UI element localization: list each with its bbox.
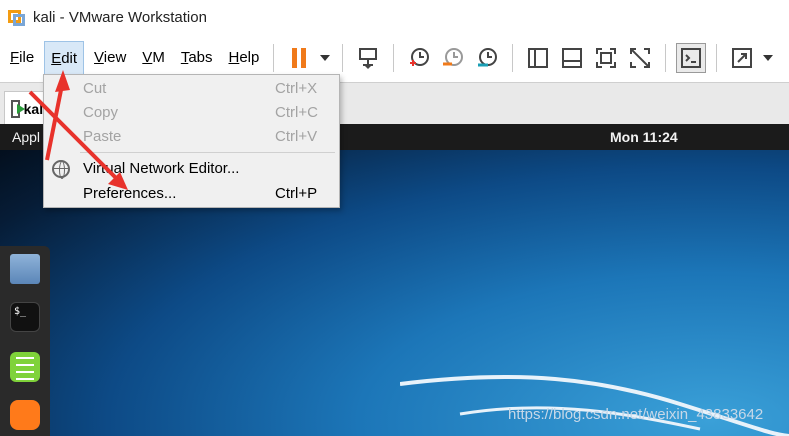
title-bar: kali - VMware Workstation xyxy=(0,0,789,34)
console-view-button[interactable] xyxy=(676,43,707,73)
menu-item-preferences[interactable]: Preferences... Ctrl+P xyxy=(44,182,339,206)
terminal-icon xyxy=(681,48,702,68)
network-globe-icon xyxy=(52,160,70,179)
menu-edit[interactable]: Edit xyxy=(44,41,85,75)
send-ctrl-alt-del-button[interactable] xyxy=(353,43,383,73)
show-library-button[interactable] xyxy=(523,43,553,73)
text-editor-icon[interactable] xyxy=(10,352,40,382)
expand-arrows-icon xyxy=(732,48,753,68)
toolbar-separator xyxy=(342,44,344,72)
menu-vm[interactable]: VM xyxy=(136,41,171,75)
menu-item-cut[interactable]: Cut Ctrl+X xyxy=(44,77,339,101)
power-menu-chevron-down-icon[interactable] xyxy=(320,55,331,61)
menu-item-copy[interactable]: Copy Ctrl+C xyxy=(44,101,339,125)
snapshot-manager-icon xyxy=(478,48,498,67)
take-snapshot-button[interactable] xyxy=(404,43,434,73)
pause-button[interactable] xyxy=(284,43,314,73)
files-folder-icon[interactable] xyxy=(10,254,40,284)
full-screen-button[interactable] xyxy=(591,43,621,73)
unity-button[interactable] xyxy=(625,43,655,73)
kali-logo-swoosh xyxy=(400,374,789,436)
stretch-guest-button[interactable] xyxy=(727,43,757,73)
terminal-app-icon[interactable]: $_ xyxy=(10,302,40,332)
menu-help[interactable]: Help xyxy=(223,41,266,75)
fullscreen-frame-icon xyxy=(596,48,617,68)
tab-kali[interactable]: kali xyxy=(4,91,48,125)
menu-file[interactable]: File xyxy=(4,41,40,75)
applications-menu[interactable]: Appl xyxy=(12,129,40,145)
revert-snapshot-button[interactable] xyxy=(438,43,468,73)
menu-item-paste[interactable]: Paste Ctrl+V xyxy=(44,125,339,149)
watermark-url: https://blog.csdn.net/weixin_43833642 xyxy=(508,406,764,423)
toolbar-separator xyxy=(512,44,514,72)
toolbar-separator xyxy=(273,44,275,72)
snapshot-clock-icon xyxy=(410,48,430,66)
thumbnail-bar-button[interactable] xyxy=(557,43,587,73)
sidebar-layout-icon xyxy=(528,48,549,68)
network-computer-icon xyxy=(359,48,378,69)
menu-tabs[interactable]: Tabs xyxy=(175,41,219,75)
firefox-icon[interactable] xyxy=(10,400,40,430)
guest-dock: $_ xyxy=(0,246,50,436)
vm-running-icon xyxy=(11,99,25,118)
toolbar-separator xyxy=(393,44,395,72)
guest-clock[interactable]: Mon 11:24 xyxy=(610,129,678,145)
toolbar-separator xyxy=(716,44,718,72)
menu-separator xyxy=(80,152,335,153)
edit-menu-dropdown: Cut Ctrl+X Copy Ctrl+C Paste Ctrl+V Virtual… xyxy=(43,74,340,208)
toolbar-separator xyxy=(665,44,667,72)
menu-view[interactable]: View xyxy=(88,41,132,75)
vmware-logo-icon xyxy=(8,8,26,26)
stretch-chevron-down-icon[interactable] xyxy=(763,55,774,61)
window-title: kali - VMware Workstation xyxy=(33,8,207,26)
pause-icon xyxy=(292,48,307,68)
unity-disabled-icon xyxy=(630,48,651,68)
bottom-panel-layout-icon xyxy=(562,48,583,68)
snapshot-manager-button[interactable] xyxy=(472,43,502,73)
menu-item-virtual-network-editor[interactable]: Virtual Network Editor... xyxy=(44,157,339,181)
revert-clock-icon xyxy=(443,48,464,66)
